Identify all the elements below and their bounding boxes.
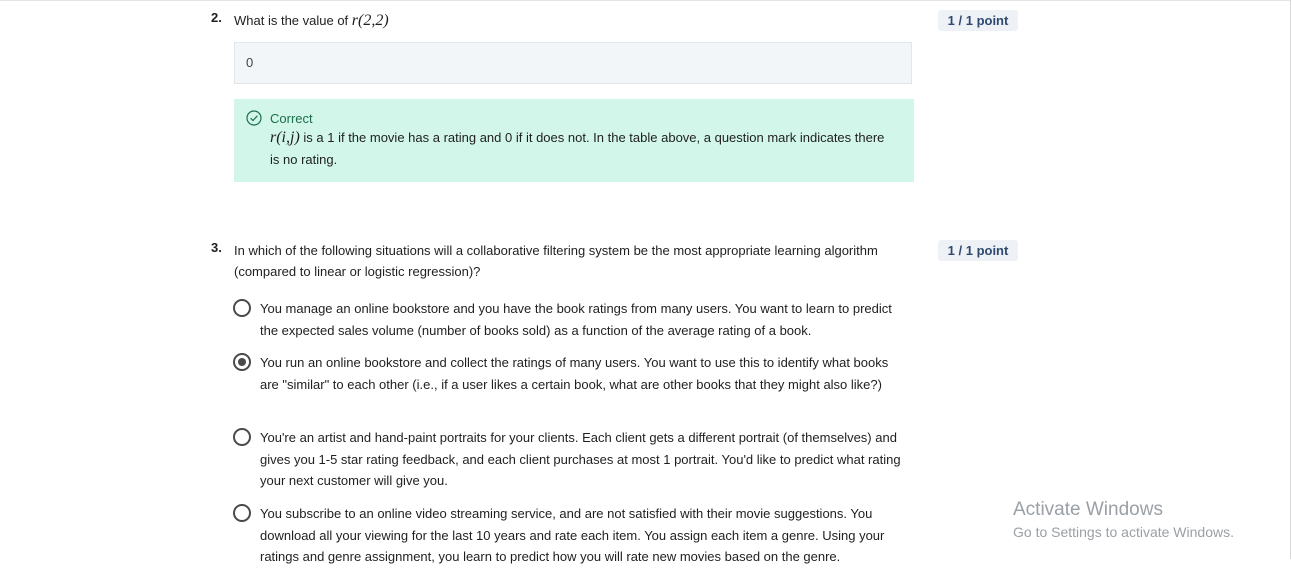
radio-button[interactable] bbox=[233, 504, 251, 522]
check-circle-icon bbox=[246, 110, 262, 126]
points-badge: 1 / 1 point bbox=[938, 10, 1018, 31]
feedback-status: Correct bbox=[270, 111, 313, 126]
question-text: What is the value of r(2,2) bbox=[234, 10, 884, 31]
answer-input[interactable]: 0 bbox=[234, 42, 912, 84]
correct-feedback-panel: Correct r(i,j) is a 1 if the movie has a… bbox=[234, 99, 914, 182]
points-badge: 1 / 1 point bbox=[938, 240, 1018, 261]
question-text: In which of the following situations wil… bbox=[234, 243, 878, 279]
top-divider bbox=[0, 0, 1291, 1]
radio-button[interactable] bbox=[233, 299, 251, 317]
question-number: 2. bbox=[211, 10, 222, 25]
radio-button[interactable] bbox=[233, 428, 251, 446]
math-expression: r(i,j) bbox=[270, 129, 300, 146]
option-label: You manage an online bookstore and you h… bbox=[260, 301, 892, 338]
watermark-subtitle: Go to Settings to activate Windows. bbox=[1013, 524, 1234, 540]
activate-windows-watermark: Activate Windows Go to Settings to activ… bbox=[1013, 499, 1234, 542]
watermark-title: Activate Windows bbox=[1013, 499, 1163, 520]
feedback-text: is a 1 if the movie has a rating and 0 i… bbox=[270, 130, 885, 167]
question-text-prefix: What is the value of bbox=[234, 13, 352, 28]
option-label: You subscribe to an online video streami… bbox=[260, 506, 885, 564]
math-expression: r(2,2) bbox=[351, 12, 389, 29]
feedback-explanation: r(i,j) is a 1 if the movie has a rating … bbox=[270, 127, 890, 171]
option-label: You're an artist and hand-paint portrait… bbox=[260, 430, 901, 488]
option-label: You run an online bookstore and collect … bbox=[260, 355, 889, 392]
radio-button-selected[interactable] bbox=[233, 353, 251, 371]
question-number: 3. bbox=[211, 240, 222, 255]
